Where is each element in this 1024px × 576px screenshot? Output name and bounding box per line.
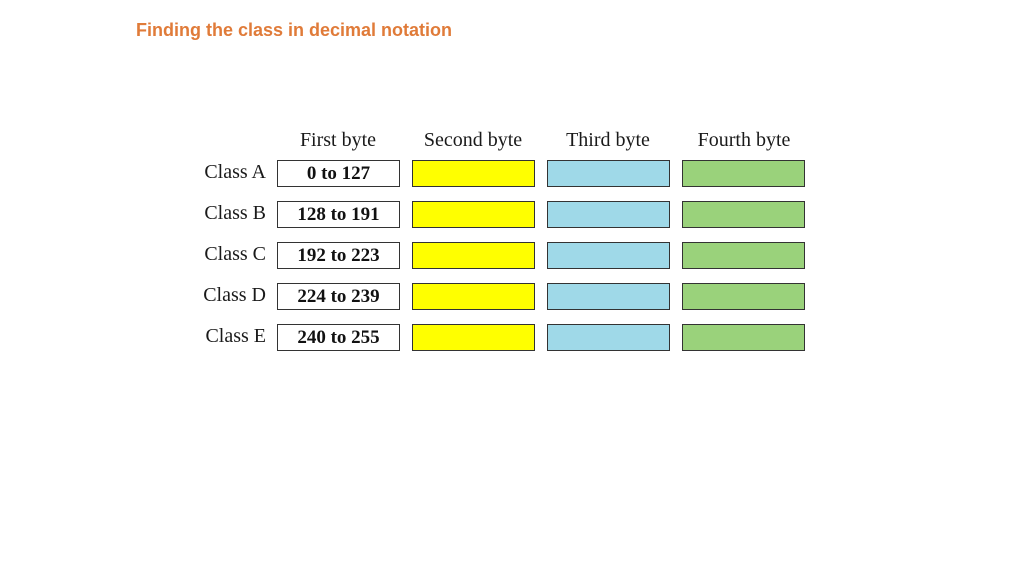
class-label: Class E [205, 325, 266, 347]
third-byte-cell [547, 324, 670, 351]
second-byte-cell [412, 283, 535, 310]
third-byte-cell [547, 283, 670, 310]
fourth-byte-cell [682, 324, 805, 351]
fourth-byte-cell [682, 160, 805, 187]
column-header-third-byte: Third byte [566, 129, 650, 151]
third-byte-cell [547, 242, 670, 269]
third-byte-cell [547, 201, 670, 228]
first-byte-cell: 224 to 239 [277, 283, 400, 310]
second-byte-cell [412, 324, 535, 351]
class-label: Class C [204, 243, 266, 265]
column-header-second-byte: Second byte [423, 129, 523, 151]
fourth-byte-cell [682, 283, 805, 310]
class-label: Class A [204, 161, 266, 183]
fourth-byte-cell [682, 242, 805, 269]
first-byte-cell: 0 to 127 [277, 160, 400, 187]
fourth-byte-cell [682, 201, 805, 228]
column-header-fourth-byte: Fourth byte [697, 129, 791, 151]
first-byte-cell: 128 to 191 [277, 201, 400, 228]
class-label: Class D [203, 284, 266, 306]
column-header-first-byte: First byte [299, 129, 377, 151]
third-byte-cell [547, 160, 670, 187]
first-byte-cell: 240 to 255 [277, 324, 400, 351]
class-label: Class B [204, 202, 266, 224]
second-byte-cell [412, 242, 535, 269]
first-byte-cell: 192 to 223 [277, 242, 400, 269]
second-byte-cell [412, 160, 535, 187]
slide-title: Finding the class in decimal notation [136, 20, 453, 40]
second-byte-cell [412, 201, 535, 228]
